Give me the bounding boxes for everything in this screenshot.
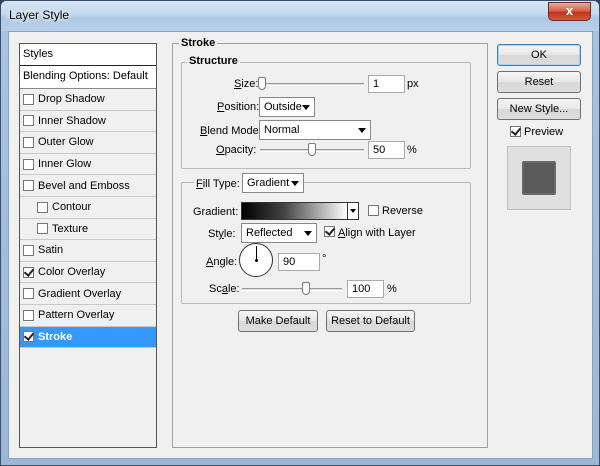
- style-item-label: Inner Shadow: [38, 114, 106, 127]
- style-item-color-overlay[interactable]: Color Overlay: [20, 261, 156, 284]
- dialog-client: Styles Blending Options: Default Drop Sh…: [8, 31, 593, 459]
- style-item-label: Pattern Overlay: [38, 309, 115, 322]
- style-item-checkbox[interactable]: [23, 309, 34, 321]
- style-item-checkbox[interactable]: [23, 244, 34, 256]
- style-item-checkbox[interactable]: [23, 136, 34, 148]
- styles-header[interactable]: Styles: [20, 44, 156, 66]
- style-item-checkbox[interactable]: [37, 201, 48, 213]
- position-select[interactable]: Outside: [259, 97, 315, 117]
- style-item-inner-shadow[interactable]: Inner Shadow: [20, 110, 156, 133]
- fill-type-select[interactable]: Gradient: [242, 173, 304, 193]
- preview-checkbox[interactable]: [510, 126, 521, 137]
- style-item-outer-glow[interactable]: Outer Glow: [20, 132, 156, 154]
- size-label: Size:: [234, 78, 259, 90]
- size-unit: px: [407, 78, 419, 90]
- style-item-label: Satin: [38, 244, 64, 257]
- close-icon: x: [565, 3, 574, 18]
- style-item-label: Gradient Overlay: [38, 287, 122, 300]
- style-item-contour[interactable]: Contour: [20, 196, 156, 219]
- blending-options-item[interactable]: Blending Options: Default: [20, 66, 156, 89]
- style-item-checkbox[interactable]: [23, 266, 34, 278]
- style-item-gradient-overlay[interactable]: Gradient Overlay: [20, 283, 156, 305]
- chevron-down-icon: [291, 181, 299, 186]
- style-item-checkbox[interactable]: [23, 93, 34, 105]
- structure-title: Structure: [187, 55, 240, 67]
- style-item-label: Color Overlay: [38, 266, 106, 279]
- scale-label: Scale:: [209, 283, 240, 295]
- position-value: Outside: [264, 101, 302, 113]
- style-item-pattern-overlay[interactable]: Pattern Overlay: [20, 304, 156, 327]
- title-bar[interactable]: Layer Style x: [1, 1, 599, 31]
- style-item-checkbox[interactable]: [23, 331, 34, 343]
- style-item-satin[interactable]: Satin: [20, 240, 156, 262]
- style-item-bevel-and-emboss[interactable]: Bevel and Emboss: [20, 175, 156, 197]
- size-slider-track[interactable]: [260, 83, 364, 86]
- reset-button[interactable]: Reset: [497, 71, 581, 93]
- close-button[interactable]: x: [548, 2, 591, 21]
- make-default-button[interactable]: Make Default: [238, 310, 318, 332]
- new-style-button[interactable]: New Style...: [497, 98, 581, 120]
- reverse-label: Reverse: [382, 205, 423, 217]
- preview-label: Preview: [524, 126, 564, 138]
- gradient-style-select[interactable]: Reflected: [241, 223, 317, 243]
- style-item-inner-glow[interactable]: Inner Glow: [20, 153, 156, 176]
- align-with-layer-checkbox[interactable]: [324, 226, 335, 237]
- size-slider-thumb[interactable]: [258, 77, 267, 90]
- window-title: Layer Style: [9, 8, 70, 22]
- layer-style-window: Layer Style x Styles Blending Options: D…: [0, 0, 600, 466]
- styles-list: Styles Blending Options: Default Drop Sh…: [19, 43, 157, 448]
- style-item-label: Inner Glow: [38, 158, 92, 171]
- style-item-drop-shadow[interactable]: Drop Shadow: [20, 89, 156, 111]
- opacity-slider-thumb[interactable]: [308, 143, 316, 156]
- blend-mode-select[interactable]: Normal: [259, 120, 371, 140]
- style-item-checkbox[interactable]: [37, 223, 48, 235]
- gradient-dropdown-button[interactable]: [347, 202, 359, 220]
- style-item-label: Drop Shadow: [38, 93, 105, 106]
- chevron-down-icon: [304, 231, 312, 236]
- style-item-label: Texture: [52, 222, 89, 235]
- size-input[interactable]: 1: [368, 75, 405, 93]
- angle-input[interactable]: 90: [278, 253, 320, 271]
- ok-button[interactable]: OK: [497, 44, 581, 66]
- preview-box: [507, 146, 571, 210]
- preview-swatch: [522, 161, 556, 195]
- angle-unit: °: [322, 253, 327, 265]
- style-item-checkbox[interactable]: [23, 115, 34, 127]
- style-item-checkbox[interactable]: [23, 158, 34, 170]
- style-label: Style:: [208, 228, 236, 240]
- align-with-layer-label: Align with Layer: [338, 227, 416, 239]
- chevron-down-icon: [358, 128, 366, 133]
- angle-dial-center: [255, 259, 258, 262]
- gradient-style-value: Reflected: [246, 227, 293, 239]
- opacity-label: Opacity:: [216, 144, 257, 156]
- angle-label: Angle:: [206, 256, 238, 268]
- chevron-down-icon: [302, 105, 310, 110]
- style-item-texture[interactable]: Texture: [20, 218, 156, 241]
- opacity-unit: %: [407, 144, 417, 156]
- style-item-label: Outer Glow: [38, 136, 94, 149]
- angle-dial[interactable]: [239, 243, 273, 277]
- style-item-stroke[interactable]: Stroke: [20, 326, 156, 349]
- style-item-label: Stroke: [38, 330, 73, 343]
- fill-type-label: Fill Type:: [194, 178, 242, 190]
- blend-mode-value: Normal: [264, 124, 300, 136]
- position-label: Position:: [217, 101, 260, 113]
- style-item-checkbox[interactable]: [23, 180, 34, 192]
- style-item-label: Bevel and Emboss: [38, 179, 130, 192]
- opacity-input[interactable]: 50: [368, 141, 405, 159]
- scale-slider-thumb[interactable]: [302, 282, 310, 295]
- blend-mode-label: Blend Mode:: [200, 125, 262, 137]
- fill-type-value: Gradient: [247, 177, 290, 189]
- gradient-preview[interactable]: [241, 202, 348, 220]
- scale-slider-track[interactable]: [242, 288, 342, 291]
- scale-input[interactable]: 100: [347, 280, 384, 298]
- scale-unit: %: [387, 283, 397, 295]
- gradient-label: Gradient:: [193, 206, 239, 218]
- style-item-label: Contour: [52, 201, 92, 214]
- stroke-section-title: Stroke: [179, 37, 218, 49]
- reset-to-default-button[interactable]: Reset to Default: [326, 310, 415, 332]
- style-item-checkbox[interactable]: [23, 288, 34, 300]
- reverse-checkbox[interactable]: [368, 205, 379, 216]
